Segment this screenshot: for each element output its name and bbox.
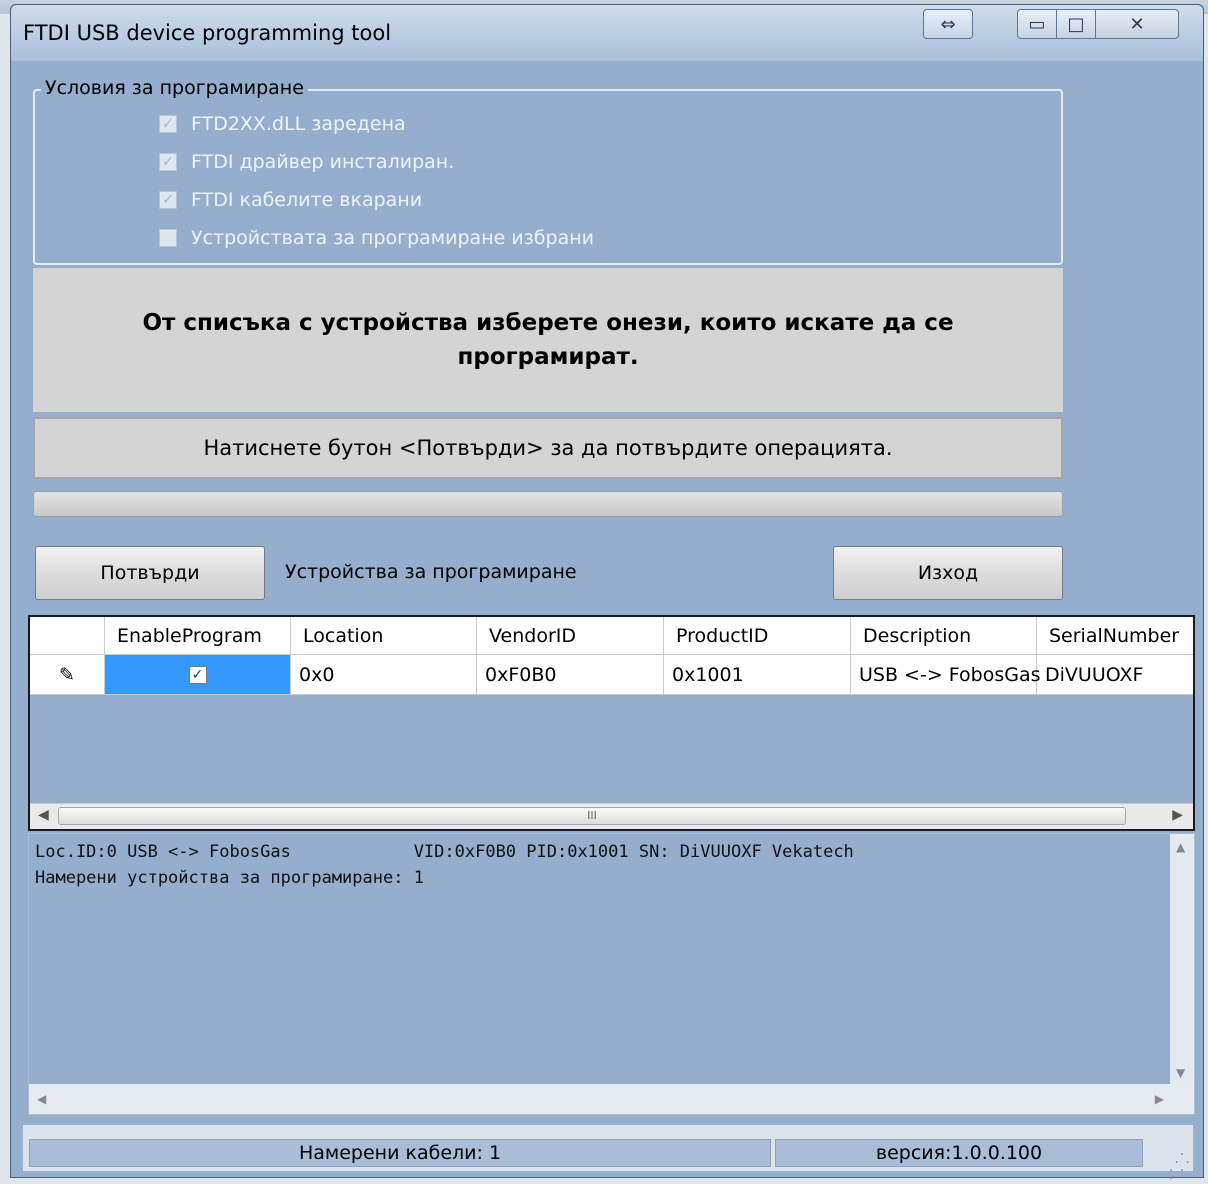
- grid-horizontal-scrollbar[interactable]: ◀ III ▶: [30, 803, 1193, 829]
- message-panel: Натиснете бутон <Потвърди> за да потвърд…: [33, 417, 1063, 479]
- status-cables: Намерени кабели: 1: [29, 1139, 771, 1167]
- progress-bar: [33, 491, 1063, 517]
- app-window: FTDI USB device programming tool ⇔ ▭ □ ✕…: [10, 4, 1204, 1182]
- grid-header: EnableProgram Location VendorID ProductI…: [30, 617, 1193, 655]
- checkbox-icon: [159, 229, 177, 247]
- condition-dll-loaded: ✓ FTD2XX.dLL заредена: [159, 109, 406, 139]
- scroll-left-icon[interactable]: ◀: [37, 1092, 46, 1106]
- column-header-enableprogram[interactable]: EnableProgram: [105, 617, 291, 655]
- devices-label: Устройства за програмиране: [285, 561, 577, 583]
- log-line: Намерени устройства за програмиране: 1: [35, 868, 424, 888]
- title-bar: FTDI USB device programming tool ⇔ ▭ □ ✕: [11, 5, 1203, 61]
- column-header-vendorid[interactable]: VendorID: [477, 617, 664, 655]
- checkbox-icon: ✓: [159, 115, 177, 133]
- scroll-thumb[interactable]: III: [58, 807, 1126, 825]
- minimize-button[interactable]: ▭: [1017, 9, 1057, 39]
- row-header-corner: [30, 617, 105, 655]
- condition-label: FTDI кабелите вкарани: [191, 189, 423, 211]
- scroll-up-icon[interactable]: ▲: [1176, 840, 1185, 854]
- column-header-productid[interactable]: ProductID: [664, 617, 851, 655]
- condition-label: FTDI драйвер инсталиран.: [191, 151, 455, 173]
- scroll-left-icon[interactable]: ◀: [38, 807, 49, 823]
- status-version: версия:1.0.0.100: [775, 1139, 1143, 1167]
- checkbox-icon: ✓: [159, 153, 177, 171]
- scroll-right-icon[interactable]: ▶: [1155, 1092, 1164, 1106]
- scroll-down-icon[interactable]: ▼: [1176, 1066, 1185, 1080]
- column-header-description[interactable]: Description: [851, 617, 1037, 655]
- message-text: Натиснете бутон <Потвърди> за да потвърд…: [203, 436, 893, 460]
- edit-pencil-icon: ✎: [59, 663, 75, 686]
- scroll-right-icon[interactable]: ▶: [1172, 807, 1183, 823]
- window-title: FTDI USB device programming tool: [23, 21, 392, 45]
- confirm-button[interactable]: Потвърди: [35, 546, 265, 600]
- resize-icon[interactable]: ⇔: [923, 9, 973, 39]
- enable-program-checkbox[interactable]: ✓: [188, 665, 207, 684]
- instruction-text: От списъка с устройства изберете онези, …: [142, 310, 954, 370]
- log-line: Loc.ID:0 USB <-> FobosGas VID:0xF0B0 PID…: [35, 842, 854, 862]
- devices-grid[interactable]: EnableProgram Location VendorID ProductI…: [28, 615, 1195, 831]
- cell-productid[interactable]: 0x1001: [664, 655, 851, 695]
- condition-label: Устройствата за програмиране избрани: [191, 227, 594, 249]
- table-row[interactable]: ✎ ✓ 0x0 0xF0B0 0x1001 USB <-> FobosGas D…: [30, 655, 1193, 695]
- status-bar: Намерени кабели: 1 версия:1.0.0.100 . . …: [23, 1125, 1193, 1182]
- cell-enableprogram[interactable]: ✓: [105, 655, 291, 695]
- checkbox-icon: ✓: [159, 191, 177, 209]
- instruction-panel: От списъка с устройства изберете онези, …: [33, 268, 1063, 412]
- cell-serialnumber[interactable]: DiVUUOXF: [1037, 655, 1193, 695]
- resize-grip-icon[interactable]: . . .. . .: [1169, 1144, 1193, 1182]
- cell-vendorid[interactable]: 0xF0B0: [477, 655, 664, 695]
- cell-location[interactable]: 0x0: [291, 655, 477, 695]
- log-textbox[interactable]: Loc.ID:0 USB <-> FobosGas VID:0xF0B0 PID…: [28, 833, 1195, 1115]
- client-area: Условия за програмиране ✓ FTD2XX.dLL зар…: [23, 61, 1195, 1182]
- log-vertical-scrollbar[interactable]: ▲ ▼: [1170, 834, 1194, 1086]
- condition-cables-plugged: ✓ FTDI кабелите вкарани: [159, 185, 422, 215]
- condition-driver-installed: ✓ FTDI драйвер инсталиран.: [159, 147, 454, 177]
- close-button[interactable]: ✕: [1095, 9, 1179, 39]
- column-header-location[interactable]: Location: [291, 617, 477, 655]
- column-header-serialnumber[interactable]: SerialNumber: [1037, 617, 1193, 655]
- log-horizontal-scrollbar[interactable]: ◀ ▶: [29, 1084, 1194, 1114]
- maximize-button[interactable]: □: [1056, 9, 1096, 39]
- exit-button[interactable]: Изход: [833, 546, 1063, 600]
- conditions-legend: Условия за програмиране: [41, 77, 308, 99]
- condition-label: FTD2XX.dLL заредена: [191, 113, 406, 135]
- condition-devices-selected: Устройствата за програмиране избрани: [159, 223, 594, 253]
- row-header[interactable]: ✎: [30, 655, 105, 695]
- cell-description[interactable]: USB <-> FobosGas: [851, 655, 1041, 695]
